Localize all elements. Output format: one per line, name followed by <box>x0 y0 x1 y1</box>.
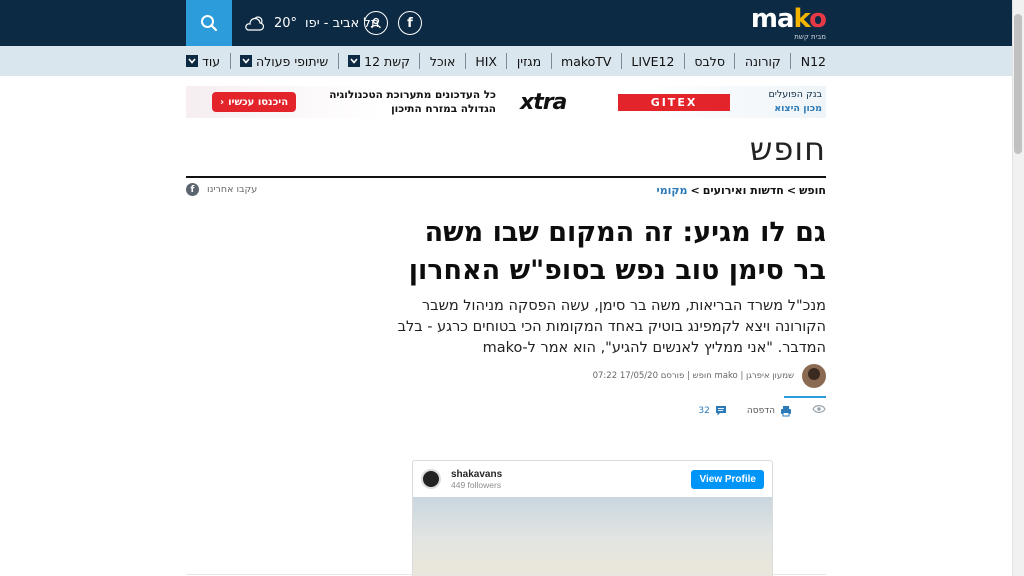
nav-item-label: makoTV <box>561 53 612 69</box>
nav-item-label: LIVE12 <box>631 53 675 69</box>
embed-followers: 449 followers <box>451 479 502 490</box>
chevron-down-icon <box>348 55 361 67</box>
page-scrollbar[interactable] <box>1012 0 1024 576</box>
comments-count: 32 <box>698 405 710 416</box>
ad-bank-name: בנק הפועלים <box>768 89 822 100</box>
nav-separator <box>620 53 622 69</box>
nav-item-9[interactable]: שיתופי פעולה <box>240 54 328 69</box>
content-bottom-rule <box>186 574 826 575</box>
nav-item-label: N12 <box>800 53 826 69</box>
weather-temp: 20° <box>274 15 298 31</box>
search-icon <box>201 15 218 32</box>
instagram-embed[interactable]: shakavans 449 followers View Profile <box>412 460 773 576</box>
nav-separator <box>506 53 508 69</box>
nav-separator <box>683 53 685 69</box>
nav-item-8[interactable]: קשת 12 <box>348 54 410 69</box>
print-button[interactable]: הדפסה <box>747 405 792 417</box>
ad-cta-label: היכנסו עכשיו <box>228 96 289 108</box>
top-bar-inner: mako מבית קשת f 20° תל אביב - יפו <box>186 0 827 46</box>
breadcrumb-item-vacation[interactable]: חופש <box>799 184 826 197</box>
nav-item-label: סלבס <box>694 53 725 69</box>
nav-item-label: אוכל <box>429 53 456 69</box>
nav-item-7[interactable]: אוכל <box>430 54 455 69</box>
logo-tagline: מבית קשת <box>794 33 826 41</box>
chevron-left-icon: ‹ <box>219 96 225 108</box>
ad-xtra-logo: xtra <box>520 90 567 115</box>
nav-item-label: שיתופי פעולה <box>256 53 329 69</box>
ad-gitex: GITEX <box>618 94 730 111</box>
nav-item-10[interactable]: עוד <box>186 54 220 69</box>
nav-separator <box>229 53 231 69</box>
nav-item-label: HIX <box>475 53 497 69</box>
nav-item-3[interactable]: LIVE12 <box>631 54 674 69</box>
breadcrumb: חופש > חדשות ואירועים > מקומי <box>656 184 826 197</box>
nav-separator <box>734 53 736 69</box>
weather-city: תל אביב - יפו <box>305 15 380 31</box>
nav-separator <box>337 53 339 69</box>
facebook-icon[interactable]: f <box>186 183 199 196</box>
embed-avatar[interactable] <box>421 469 441 489</box>
nav-item-5[interactable]: מגזין <box>517 54 541 69</box>
nav-item-0[interactable]: N12 <box>801 54 826 69</box>
mako-logo[interactable]: mako מבית קשת <box>734 4 827 41</box>
facebook-icon[interactable]: f <box>398 11 422 35</box>
embed-account: shakavans 449 followers <box>451 469 502 490</box>
nav-separator <box>790 53 792 69</box>
ad-bank-logo: בנק הפועלים מכון היצוא <box>738 88 822 116</box>
logo-word: mako <box>750 4 827 34</box>
article-headline: גם לו מגיע: זה המקום שבו משה בר סימן טוב… <box>408 217 826 286</box>
comments-button[interactable]: 32 <box>698 405 726 417</box>
ad-export-institute: מכון היצוא <box>774 103 822 114</box>
chevron-down-icon <box>186 55 199 67</box>
nav-item-label: עוד <box>202 53 221 69</box>
nav-item-label: קורונה <box>744 53 781 69</box>
weather-icon <box>245 16 265 31</box>
nav-item-label: מגזין <box>516 53 542 69</box>
breadcrumb-separator: > <box>690 184 700 197</box>
nav-item-1[interactable]: קורונה <box>745 54 781 69</box>
weather-widget[interactable]: 20° תל אביב - יפו <box>244 12 379 34</box>
byline-accent-rule <box>784 396 826 398</box>
print-label: הדפסה <box>746 405 775 416</box>
embed-photo[interactable] <box>413 497 772 576</box>
main-nav-items: N12 קורונה סלבס LIVE12 makoTV מגזין HIX אוכל קשת… <box>186 46 826 76</box>
article-lead: מנכ"ל משרד הבריאות, משה בר סימן, עשה הפס… <box>397 298 826 356</box>
section-title: חופש <box>749 130 826 168</box>
ad-text-line2: הגדולה במזרח התיכון <box>391 103 496 115</box>
view-profile-button[interactable]: View Profile <box>691 469 764 489</box>
byline-text: שמעון איפרגן | mako חופש | פורסם 17/05/2… <box>592 371 794 381</box>
article-byline: שמעון איפרגן | mako חופש | פורסם 17/05/2… <box>593 364 826 388</box>
logo-letter-k: k <box>793 4 811 34</box>
breadcrumb-item-news[interactable]: חדשות ואירועים <box>703 184 784 197</box>
top-bar: mako מבית קשת f 20° תל אביב - יפו <box>0 0 1012 46</box>
nav-item-6[interactable]: HIX <box>475 54 497 69</box>
nav-separator <box>464 53 466 69</box>
comment-icon <box>715 405 726 415</box>
breadcrumb-separator: > <box>786 184 797 197</box>
print-icon <box>781 405 791 416</box>
breadcrumb-item-local[interactable]: מקומי <box>656 184 687 197</box>
nav-item-2[interactable]: סלבס <box>694 54 725 69</box>
nav-item-4[interactable]: makoTV <box>561 54 611 69</box>
main-nav: N12 קורונה סלבס LIVE12 makoTV מגזין HIX אוכל קשת… <box>0 46 1012 76</box>
embed-header: shakavans 449 followers View Profile <box>413 461 772 497</box>
nav-separator <box>419 53 421 69</box>
ad-banner[interactable]: בנק הפועלים מכון היצוא GITEX xtra כל העד… <box>186 86 826 118</box>
ad-cta-button[interactable]: היכנסו עכשיו ‹ <box>212 92 296 112</box>
nav-item-label: קשת 12 <box>364 53 410 69</box>
logo-letter-o: o <box>809 4 827 34</box>
section-divider <box>186 176 826 178</box>
nav-separator <box>550 53 552 69</box>
views-icon <box>812 404 826 417</box>
chevron-down-icon <box>240 55 253 67</box>
follow-us: f עקבו אחרינו <box>186 183 257 196</box>
article-actions: הדפסה 32 <box>698 404 826 417</box>
ad-text: כל העדכונים מתערוכת הטכנולוגיה הגדולה במ… <box>316 88 496 116</box>
author-avatar[interactable] <box>802 364 826 388</box>
scrollbar-thumb[interactable] <box>1014 14 1022 154</box>
follow-us-label: עקבו אחרינו <box>207 184 258 195</box>
search-button[interactable] <box>186 0 232 46</box>
ad-text-line1: כל העדכונים מתערוכת הטכנולוגיה <box>329 89 496 101</box>
embed-username[interactable]: shakavans <box>451 469 502 480</box>
